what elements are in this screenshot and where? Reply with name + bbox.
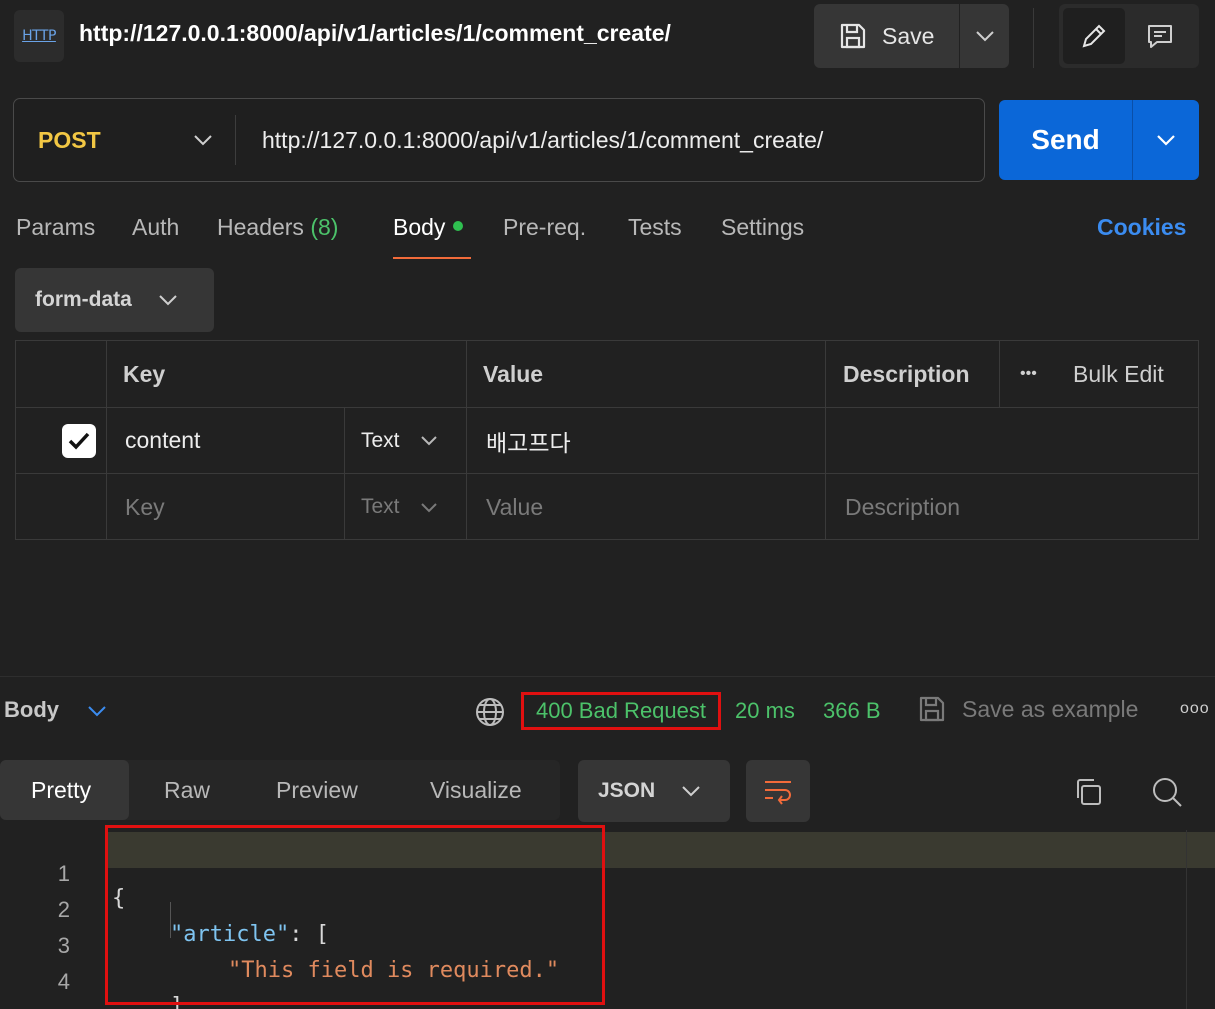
save-as-example-button[interactable]: Save as example [962,696,1138,723]
http-icon-label: HTTP [22,28,56,44]
save-button[interactable]: Save [814,4,960,68]
tab-prereq[interactable]: Pre-req. [503,214,586,241]
response-body-label: Body [4,697,59,722]
headers-count: (8) [310,214,339,240]
column-header-key: Key [123,360,166,387]
send-dropdown-button[interactable] [1133,100,1199,180]
column-divider [106,341,107,539]
chevron-down-icon [88,706,106,717]
copy-icon [1077,779,1101,805]
copy-button[interactable] [1066,770,1110,814]
chevron-down-icon [420,502,437,512]
comment-icon [1148,25,1172,48]
row-type-label: Text [361,428,400,452]
pencil-icon [1082,24,1106,48]
tab-headers[interactable]: Headers (8) [217,214,338,241]
status-badge[interactable]: 400 Bad Request [536,698,706,724]
save-icon [919,696,945,722]
comments-button[interactable] [1129,8,1191,64]
code-highlight-box [105,825,605,1005]
tab-settings[interactable]: Settings [721,214,804,241]
body-type-select[interactable]: form-data [15,268,214,332]
request-tabs: Params Auth Headers (8) Body Pre-req. Te… [0,206,1215,262]
edit-button[interactable] [1063,8,1125,64]
table-row: content Text 배고프다 [16,408,1198,474]
cookies-link[interactable]: Cookies [1097,214,1186,241]
chevron-down-icon [194,135,212,146]
save-dropdown-button[interactable] [960,4,1009,68]
row-type-select[interactable]: Text [361,408,438,473]
tab-tests[interactable]: Tests [628,214,682,241]
format-label: JSON [598,779,656,802]
method-label: POST [38,126,101,153]
column-header-description: Description [843,360,970,387]
chevron-down-icon [420,436,437,446]
chevron-down-icon [682,786,700,797]
globe-icon[interactable] [474,696,506,728]
value-placeholder[interactable]: Value [486,474,543,540]
checkmark-icon [68,432,90,450]
response-time[interactable]: 20 ms [735,698,795,724]
tab-raw[interactable]: Raw [164,760,210,820]
more-options-icon[interactable]: ooo [1180,700,1210,718]
response-body-select[interactable]: Body [4,697,107,723]
save-label: Save [882,22,935,49]
divider [1033,8,1034,68]
column-divider [825,341,826,539]
row-value[interactable]: 배고프다 [486,408,571,473]
column-divider [999,341,1000,408]
send-button-group: Send [999,100,1199,180]
tab-body-label: Body [393,214,446,240]
line-number: 5 [0,1005,70,1009]
column-divider [344,408,345,539]
tab-preview[interactable]: Preview [276,760,358,820]
tab-pretty[interactable]: Pretty [0,760,129,820]
method-select[interactable]: POST [14,115,236,165]
save-button-group: Save [814,4,1009,68]
url-bar: POST http://127.0.0.1:8000/api/v1/articl… [13,98,985,182]
table-row-empty: Key Text Value Description [16,474,1198,540]
type-placeholder-label: Text [361,495,400,518]
chevron-down-icon [1157,135,1175,146]
request-title[interactable]: http://127.0.0.1:8000/api/v1/articles/1/… [79,20,671,47]
type-select-placeholder[interactable]: Text [361,474,438,540]
tab-params[interactable]: Params [16,214,95,241]
response-view-tabs: Pretty Raw Preview Visualize [0,760,560,820]
column-divider [466,341,467,539]
url-input[interactable]: http://127.0.0.1:8000/api/v1/articles/1/… [236,99,984,181]
body-indicator-dot [453,220,464,231]
tab-headers-label: Headers [217,214,304,240]
more-options-icon[interactable]: ••• [1020,341,1037,407]
form-data-table: Key Value Description ••• Bulk Edit cont… [15,340,1199,540]
wrap-lines-icon [765,781,791,805]
key-placeholder[interactable]: Key [125,474,165,540]
chevron-down-icon [159,295,177,306]
description-placeholder[interactable]: Description [845,474,960,540]
chevron-down-icon [975,31,994,42]
body-type-label: form-data [35,288,132,311]
http-icon: HTTP [14,10,64,62]
top-bar: HTTP http://127.0.0.1:8000/api/v1/articl… [0,0,1215,75]
response-size[interactable]: 366 B [823,698,881,724]
tab-auth[interactable]: Auth [132,214,179,241]
tab-body[interactable]: Body [393,214,464,241]
search-icon [1153,778,1182,807]
row-key[interactable]: content [125,408,200,473]
table-header-row: Key Value Description ••• Bulk Edit [16,341,1198,408]
status-highlight: 400 Bad Request [521,692,721,730]
row-checkbox[interactable] [62,408,96,473]
format-select[interactable]: JSON [578,760,730,822]
save-icon [840,23,866,49]
active-tab-underline [393,257,471,259]
tab-visualize[interactable]: Visualize [430,760,522,820]
send-button[interactable]: Send [999,100,1133,180]
column-header-value: Value [483,360,544,387]
checkbox-checked [62,423,96,458]
search-button[interactable] [1145,770,1189,814]
response-divider [0,676,1215,677]
bulk-edit-button[interactable]: Bulk Edit [1073,341,1164,407]
right-tool-group [1059,4,1199,68]
wrap-lines-button[interactable] [746,760,810,822]
